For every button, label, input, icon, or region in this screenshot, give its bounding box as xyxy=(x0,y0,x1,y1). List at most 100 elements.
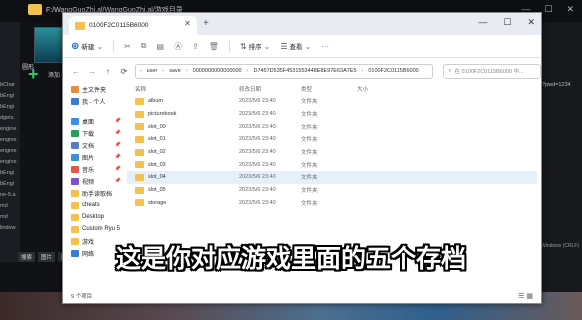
maximize-icon[interactable]: ☐ xyxy=(544,4,552,15)
tab-bar: 0100F2C0115B6000 ✕ + — ☐ ✕ xyxy=(63,13,541,35)
file-type: 文件夹 xyxy=(301,150,318,157)
address-bar[interactable]: › user › save › 0000000000000000 › D7457D535F45… xyxy=(134,63,434,79)
nav-item[interactable]: 助手读取档 xyxy=(63,187,123,199)
nav-item-label: Custom Ryu 5 xyxy=(82,226,121,232)
nav-item[interactable]: Custom Ryu 5 xyxy=(63,223,123,235)
tab-current-folder[interactable]: 0100F2C0115B6000 ✕ xyxy=(69,16,197,35)
file-type: 文件夹 xyxy=(301,112,318,119)
column-header[interactable]: 大小 xyxy=(357,85,397,93)
breadcrumb-item[interactable]: save xyxy=(169,68,181,74)
new-button[interactable]: ⊕ 新建 ⌄ xyxy=(71,41,103,52)
background-file-item[interactable]: dgets. xyxy=(0,113,20,124)
breadcrumb-item[interactable]: 0000000000000000 xyxy=(193,68,242,74)
command-bar: ⊕ 新建 ⌄ ✂ ⧉ ▤ Ⓐ ⇪ 🗑 ⇅ 排序 ⌄ ☰ 查看 ⌄ ··· xyxy=(63,35,541,58)
breadcrumb-item[interactable]: user xyxy=(147,68,158,74)
column-header[interactable]: 名称 xyxy=(127,85,239,93)
add-label[interactable]: 添加 xyxy=(48,70,60,79)
folder-icon xyxy=(135,199,144,207)
up-icon[interactable]: ↑ xyxy=(103,67,113,76)
file-row[interactable]: slot_05 2023/5/6 23:40 文件夹 xyxy=(127,184,537,197)
background-file-item[interactable]: bEngi xyxy=(0,179,20,190)
nav-item-label: cheats xyxy=(82,202,100,208)
add-icon[interactable]: + xyxy=(28,64,39,85)
close-icon[interactable]: ✕ xyxy=(527,17,535,28)
nav-item[interactable]: 视频 📌 xyxy=(63,175,123,187)
background-file-item[interactable]: md xyxy=(0,201,20,212)
copy-icon[interactable]: ⧉ xyxy=(141,41,147,51)
file-row[interactable]: slot_04 2023/5/6 23:40 文件夹 xyxy=(127,171,537,184)
folder-icon xyxy=(28,4,42,15)
nav-item[interactable]: 我 - 个人 xyxy=(63,95,123,107)
more-icon[interactable]: ··· xyxy=(321,42,329,51)
delete-icon[interactable]: 🗑 xyxy=(209,42,219,51)
breadcrumb-item[interactable]: 0100F2C0115B6000 xyxy=(368,68,418,74)
paste-icon[interactable]: ▤ xyxy=(157,42,165,51)
folder-icon xyxy=(135,97,144,105)
folder-icon xyxy=(135,135,144,143)
close-icon[interactable]: ✕ xyxy=(566,4,574,15)
folder-icon xyxy=(135,173,144,181)
background-file-item[interactable]: bChar xyxy=(0,80,20,91)
file-row[interactable]: picturebook 2023/5/6 23:40 文件夹 xyxy=(127,108,537,121)
refresh-icon[interactable]: ⟳ xyxy=(119,67,129,76)
new-tab-icon[interactable]: + xyxy=(203,18,209,29)
new-button-label: 新建 xyxy=(81,44,95,51)
folder-icon xyxy=(71,129,79,137)
close-tab-icon[interactable]: ✕ xyxy=(184,19,191,28)
background-file-item[interactable]: lindow xyxy=(0,223,20,234)
file-row[interactable]: slot_03 2023/5/6 23:40 文件夹 xyxy=(127,158,537,171)
background-file-item[interactable]: bEngi xyxy=(0,91,20,102)
view-toggle[interactable]: ☰ ▦ xyxy=(518,292,533,300)
nav-item[interactable]: 主文件夹 xyxy=(63,83,123,95)
background-file-item[interactable]: ne-5.a xyxy=(0,190,20,201)
background-file-item[interactable]: bEngi xyxy=(0,102,20,113)
file-row[interactable]: slot_02 2023/5/6 23:40 文件夹 xyxy=(127,146,537,159)
file-row[interactable]: slot_00 2023/5/6 23:40 文件夹 xyxy=(127,120,537,133)
file-date: 2023/5/6 23:40 xyxy=(239,149,276,156)
minimize-icon[interactable]: — xyxy=(478,17,487,28)
column-header[interactable]: 类型 xyxy=(301,85,357,93)
background-file-item[interactable]: engine xyxy=(0,157,20,168)
game-thumbnail[interactable] xyxy=(34,27,64,63)
file-name-cell: album xyxy=(127,97,239,105)
folder-icon xyxy=(71,97,79,105)
file-name: slot_03 xyxy=(148,161,166,168)
share-icon[interactable]: ⇪ xyxy=(192,42,199,51)
nav-item[interactable]: Desktop xyxy=(63,211,123,223)
rename-icon[interactable]: Ⓐ xyxy=(174,41,182,52)
nav-item[interactable]: cheats xyxy=(63,199,123,211)
file-name-cell: slot_01 xyxy=(127,135,239,143)
breadcrumb-item[interactable]: D7457D535F4531553448E8E97E63A7E5 xyxy=(253,68,356,74)
file-name-cell: storage xyxy=(127,199,239,207)
back-icon[interactable]: ← xyxy=(71,67,81,76)
nav-item[interactable]: 文档 📌 xyxy=(63,139,123,151)
background-file-item[interactable]: bEngi xyxy=(0,168,20,179)
file-type: 文件夹 xyxy=(301,200,318,207)
search-box[interactable]: ⌕ 在 0100F2C0115B6000 中... xyxy=(443,63,541,79)
background-file-item[interactable]: md xyxy=(0,212,20,223)
file-row[interactable]: album 2023/5/6 23:40 文件夹 xyxy=(127,95,537,108)
maximize-icon[interactable]: ☐ xyxy=(503,17,511,28)
column-headers: 名称 修改日期 类型 大小 xyxy=(127,83,537,95)
nav-item[interactable]: 桌面 📌 xyxy=(63,115,123,127)
nav-item[interactable]: 下载 📌 xyxy=(63,127,123,139)
view-button[interactable]: ☰ 查看 ⌄ xyxy=(280,41,311,52)
forward-icon[interactable]: → xyxy=(87,67,97,76)
nav-item[interactable]: 图片 📌 xyxy=(63,151,123,163)
folder-icon xyxy=(135,123,144,131)
background-file-item[interactable]: engine xyxy=(0,146,20,157)
file-date: 2023/5/6 23:40 xyxy=(239,174,276,181)
cut-icon[interactable]: ✂ xyxy=(124,42,131,51)
column-header[interactable]: 修改日期 xyxy=(239,85,301,93)
folder-icon xyxy=(75,21,85,30)
search-icon: ⌕ xyxy=(448,67,452,74)
file-date: 2023/5/6 23:40 xyxy=(239,136,276,143)
background-file-item[interactable]: engine xyxy=(0,135,20,146)
file-row[interactable]: slot_01 2023/5/6 23:40 文件夹 xyxy=(127,133,537,146)
file-row[interactable]: storage 2023/5/6 23:40 文件夹 xyxy=(127,197,537,210)
sort-button[interactable]: ⇅ 排序 ⌄ xyxy=(240,41,270,52)
nav-item[interactable]: 音乐 📌 xyxy=(63,163,123,175)
nav-item-label: 我 - 个人 xyxy=(82,99,106,106)
divider xyxy=(228,40,230,52)
background-file-item[interactable]: engine xyxy=(0,124,20,135)
